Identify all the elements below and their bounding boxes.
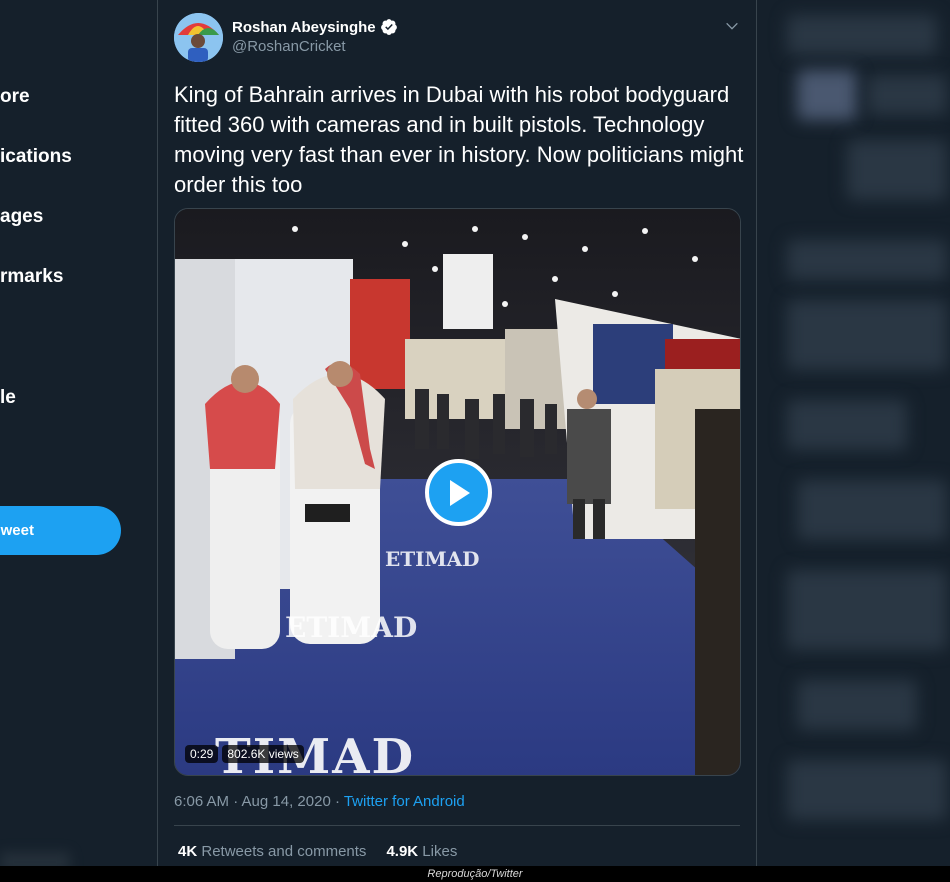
image-credit-caption: Reprodução/Twitter: [0, 866, 950, 882]
likes-stat[interactable]: 4.9K Likes: [386, 843, 457, 860]
nav-item-profile[interactable]: le: [0, 387, 16, 409]
video-badges: 0:29 802.6K views: [185, 745, 304, 763]
compose-tweet-button[interactable]: weet: [0, 506, 121, 555]
left-nav: . ore ications ages rmarks le weet: [0, 0, 157, 882]
video-views: 802.6K views: [222, 745, 304, 763]
chevron-down-icon[interactable]: [724, 18, 740, 34]
author-name-text: Roshan Abeysinghe: [232, 18, 376, 36]
trend-item-blur-3: [787, 400, 907, 450]
compose-tweet-label: weet: [0, 522, 34, 539]
trend-item-blur-7: [787, 760, 947, 820]
trend-text-blur: [867, 75, 947, 115]
nav-item-bookmarks[interactable]: rmarks: [0, 266, 63, 288]
play-button[interactable]: [425, 459, 492, 526]
trend-item-blur-2: [787, 300, 947, 370]
avatar[interactable]: [174, 13, 223, 62]
likes-count: 4.9K: [386, 843, 419, 860]
avatar-image: [174, 13, 223, 62]
retweets-label: Retweets and comments: [201, 843, 367, 860]
right-sidebar-blurred: [757, 0, 950, 882]
svg-text:ETIMAD: ETIMAD: [385, 547, 479, 571]
trend-item-blur-1: [787, 240, 947, 280]
tweet-stats: 4K Retweets and comments 4.9K Likes: [178, 843, 457, 860]
search-bar-blur: [787, 15, 937, 55]
tweet-timestamp[interactable]: 6:06 AM · Aug 14, 2020 ·: [174, 793, 344, 810]
tweet-detail: Roshan Abeysinghe @RoshanCricket King of…: [157, 0, 757, 882]
verified-badge-icon: [380, 19, 397, 35]
video-player[interactable]: ETIMAD ETIMAD TIMAD 0:29 802.6K views: [174, 208, 741, 776]
tweet-source-link[interactable]: Twitter for Android: [344, 793, 465, 810]
nav-item-notifications[interactable]: ications: [0, 146, 72, 168]
retweets-count: 4K: [178, 843, 198, 860]
trend-item-blur-6: [797, 680, 917, 730]
video-duration: 0:29: [185, 745, 219, 763]
retweets-stat[interactable]: 4K Retweets and comments: [178, 843, 366, 860]
tweet-metadata: 6:06 AM · Aug 14, 2020 · Twitter for And…: [174, 793, 465, 810]
likes-label: Likes: [422, 843, 458, 860]
svg-text:ETIMAD: ETIMAD: [285, 611, 417, 644]
author-name[interactable]: Roshan Abeysinghe: [232, 18, 398, 36]
trend-image-blur: [797, 70, 857, 120]
author-handle[interactable]: @RoshanCricket: [232, 38, 346, 55]
trend-item-blur-5: [787, 570, 947, 650]
nav-item-messages[interactable]: ages: [0, 206, 43, 228]
nav-item-explore[interactable]: ore: [0, 86, 30, 108]
tweet-text: King of Bahrain arrives in Dubai with hi…: [174, 82, 744, 197]
play-icon: [449, 479, 470, 506]
trend-text-blur-2: [847, 140, 947, 200]
divider: [174, 825, 740, 826]
trend-item-blur-4: [797, 480, 947, 540]
